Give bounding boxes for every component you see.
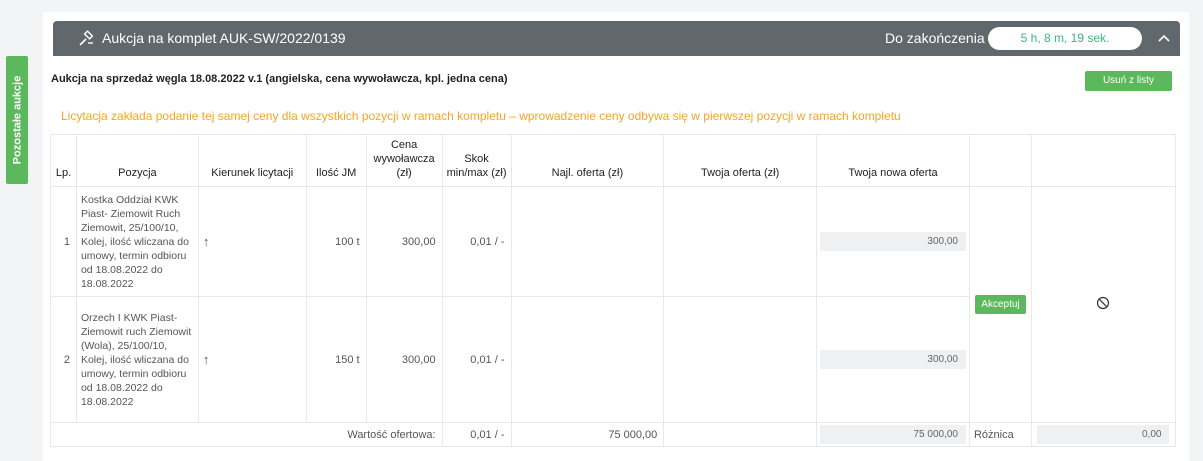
difference-label: Różnica: [968, 422, 1032, 447]
positions-table: Lp. Pozycja Kierunek licytacji Ilość JM …: [50, 134, 1177, 447]
row-najl: [510, 186, 665, 297]
countdown-timer: 5 h, 8 m, 19 sek.: [988, 27, 1142, 50]
total-offer-field: 75 000,00: [819, 425, 966, 444]
cancel-icon[interactable]: [1096, 296, 1110, 310]
footer-twoja: [663, 422, 817, 447]
row-skok: 0,01 / -: [441, 296, 512, 423]
remove-from-list-button[interactable]: Usuń z listy: [1085, 71, 1172, 91]
table-footer-row: Wartość ofertowa: 0,01 / - 75 000,00 75 …: [50, 422, 1177, 447]
accept-button[interactable]: Akceptuj: [975, 295, 1026, 314]
col-ilosc: Ilość JM: [305, 134, 367, 187]
chevron-up-icon[interactable]: [1154, 28, 1174, 48]
new-offer-input[interactable]: 300,00: [819, 350, 966, 369]
arrow-up-icon: ↑: [197, 296, 307, 423]
difference-field: 0,00: [1037, 425, 1170, 444]
new-offer-input[interactable]: 300,00: [819, 232, 966, 251]
row-lp: 2: [50, 296, 77, 423]
auction-description: Aukcja na sprzedaż węgla 18.08.2022 v.1 …: [51, 73, 508, 85]
col-cancel: [1030, 134, 1177, 187]
row-twoja: [663, 296, 817, 423]
col-pozycja: Pozycja: [75, 134, 199, 187]
auction-header: Aukcja na komplet AUK-SW/2022/0139 Do za…: [53, 21, 1180, 56]
col-nowa: Twoja nowa oferta: [816, 134, 970, 187]
col-skok: Skok min/max (zł): [441, 134, 512, 187]
offer-value-label: Wartość ofertowa:: [50, 422, 443, 447]
row-najl: [510, 296, 665, 423]
col-lp: Lp.: [50, 134, 77, 187]
row-ilosc: 150 t: [305, 296, 367, 423]
auction-title-header: Aukcja na komplet AUK-SW/2022/0139: [102, 30, 346, 46]
col-twoja: Twoja oferta (zł): [663, 134, 817, 187]
time-remaining-label: Do zakończenia: [885, 30, 985, 46]
row-ilosc: 100 t: [305, 186, 367, 297]
auction-card: Aukcja na komplet AUK-SW/2022/0139 Do za…: [43, 12, 1189, 461]
other-auctions-tab[interactable]: Pozostałe aukcje: [6, 56, 28, 184]
row-pozycja: Orzech I KWK Piast- Ziemowit ruch Ziemow…: [75, 296, 199, 423]
col-najl: Najl. oferta (zł): [510, 134, 665, 187]
other-auctions-label: Pozostałe aukcje: [11, 75, 23, 165]
col-cena: Cena wywoławcza (zł): [365, 134, 443, 187]
row-cena: 300,00: [365, 186, 443, 297]
footer-najl: 75 000,00: [510, 422, 665, 447]
row-twoja: [663, 186, 817, 297]
footer-skok: 0,01 / -: [441, 422, 512, 447]
row-lp: 1: [50, 186, 77, 297]
arrow-up-icon: ↑: [197, 186, 307, 297]
row-pozycja: Kostka Oddział KWK Piast- Ziemowit Ruch …: [75, 186, 199, 297]
col-action: [968, 134, 1032, 187]
bidding-note: Licytacja zakłada podanie tej samej ceny…: [61, 109, 901, 123]
table-row: 1 Kostka Oddział KWK Piast- Ziemowit Ruc…: [50, 186, 1177, 423]
row-skok: 0,01 / -: [441, 186, 512, 297]
table-header-row: Lp. Pozycja Kierunek licytacji Ilość JM …: [50, 134, 1177, 187]
gavel-icon: [79, 30, 94, 46]
col-kierunek: Kierunek licytacji: [197, 134, 307, 187]
row-cena: 300,00: [365, 296, 443, 423]
